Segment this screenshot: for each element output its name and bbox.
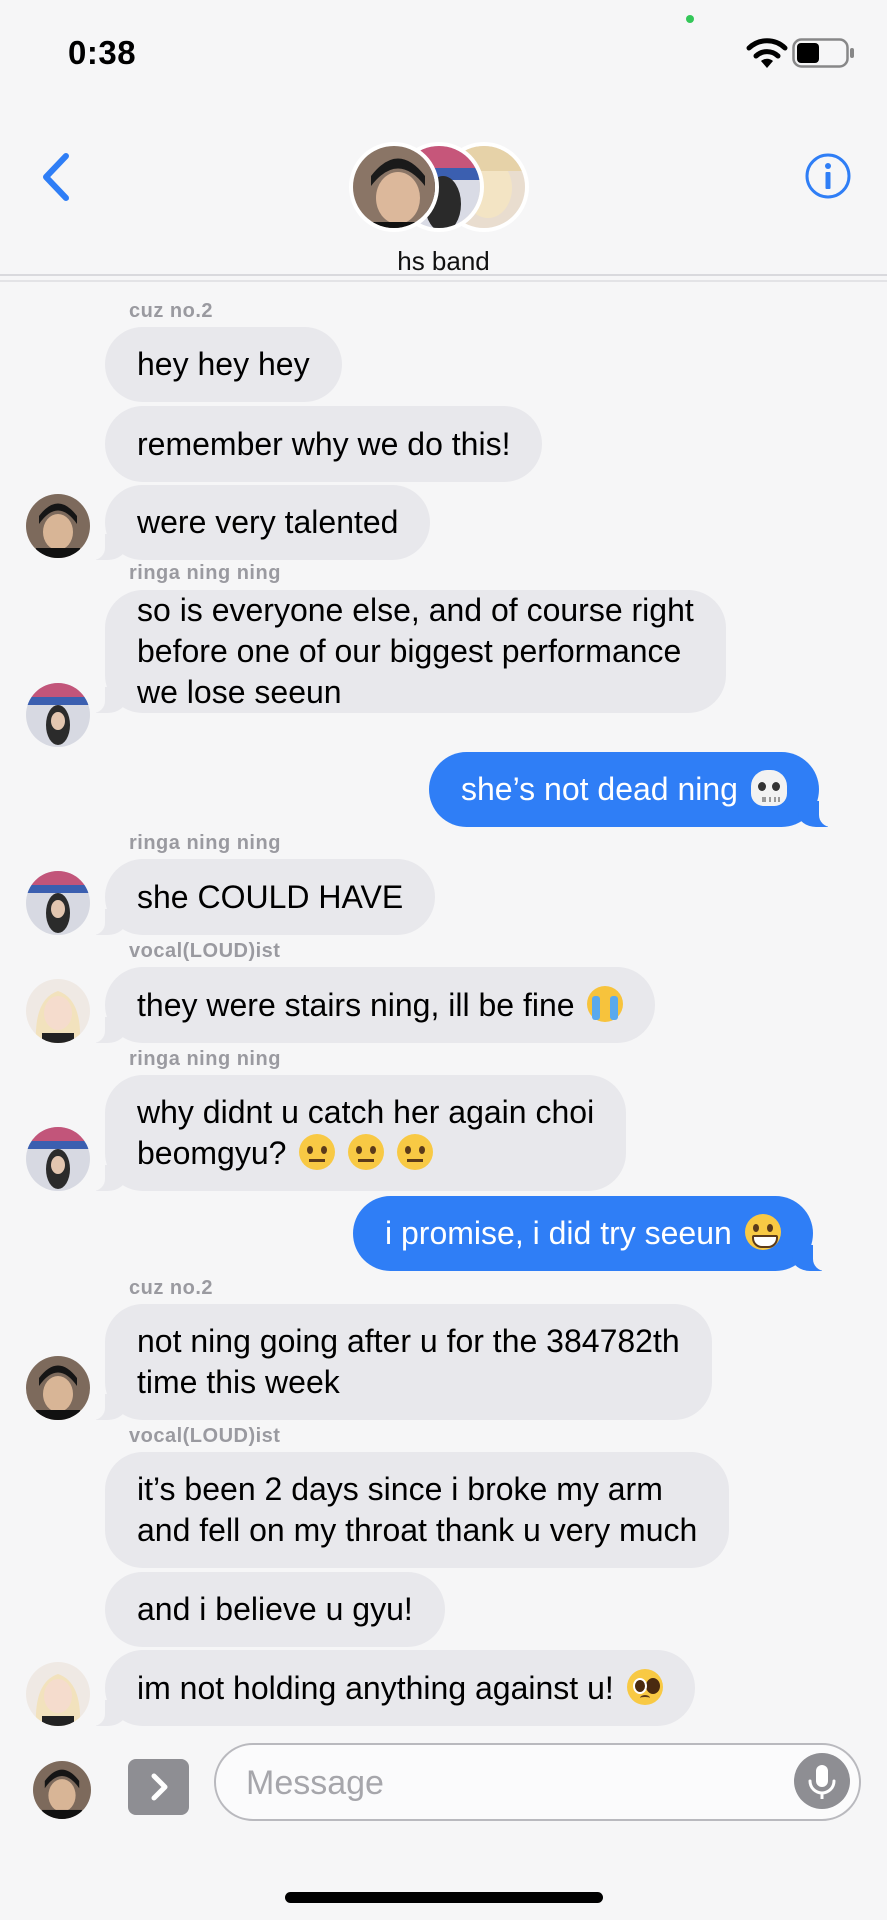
own-avatar[interactable]	[33, 1761, 91, 1819]
sender-name: vocal(LOUD)ist	[129, 1425, 281, 1447]
expand-apps-button[interactable]	[128, 1759, 189, 1815]
message-text: im not holding anything against u!	[137, 1668, 663, 1709]
sender-name: vocal(LOUD)ist	[129, 940, 281, 962]
incoming-message-bubble[interactable]: hey hey hey	[105, 327, 342, 402]
group-name: hs band	[397, 246, 490, 276]
message-text: they were stairs ning, ill be fine	[137, 985, 624, 1026]
message-text: and i believe u gyu!	[137, 1591, 413, 1627]
message-text: so is everyone else, and of course right…	[137, 592, 694, 710]
message-text: she COULD HAVE	[137, 878, 404, 915]
back-chevron-icon[interactable]	[36, 150, 76, 204]
incoming-message-bubble[interactable]: so is everyone else, and of course right…	[85, 590, 726, 713]
message-input[interactable]	[246, 1757, 766, 1809]
message-text: not ning going after u for the 384782th …	[137, 1323, 680, 1400]
message-field[interactable]	[214, 1743, 861, 1821]
incoming-message-bubble[interactable]: were very talented	[84, 485, 431, 560]
message-text: hey hey hey	[137, 346, 310, 382]
microphone-icon	[808, 1765, 836, 1799]
status-bar: 0:38	[0, 0, 887, 100]
divider	[0, 280, 887, 292]
loudly-crying-face-icon	[587, 985, 624, 1022]
home-indicator[interactable]	[285, 1892, 603, 1903]
incoming-message-bubble[interactable]: she COULD HAVE	[84, 859, 436, 935]
incoming-message-bubble[interactable]: not ning going after u for the 384782th …	[85, 1304, 712, 1420]
sender-avatar[interactable]	[26, 683, 90, 747]
battery-icon	[792, 38, 854, 68]
wifi-icon	[746, 38, 788, 68]
message-text: remember why we do this!	[137, 425, 511, 462]
group-avatar-stack[interactable]	[349, 142, 529, 232]
raised-eyebrow-face-icon	[348, 1134, 385, 1170]
incoming-message-bubble[interactable]: why didnt u catch her again choi beomgyu…	[84, 1075, 627, 1191]
chevron-right-icon	[151, 1773, 168, 1801]
compose-bar	[0, 1735, 887, 1920]
group-avatar-1	[349, 142, 439, 232]
outgoing-message-bubble[interactable]: i promise, i did try seeun	[353, 1196, 833, 1271]
info-icon[interactable]	[804, 152, 852, 200]
message-thread[interactable]: cuz no.2 hey hey hey remember why we do …	[0, 280, 887, 1735]
incoming-message-bubble[interactable]: im not holding anything against u!	[85, 1650, 695, 1726]
outgoing-message-bubble[interactable]: she’s not dead ning	[429, 752, 839, 827]
grinning-face-icon	[744, 1214, 781, 1250]
sender-avatar[interactable]	[26, 979, 90, 1043]
privacy-indicator-dot	[686, 15, 694, 23]
pleading-face-icon	[626, 1668, 663, 1705]
raised-eyebrow-face-icon	[299, 1134, 336, 1170]
incoming-message-bubble[interactable]: they were stairs ning, ill be fine	[84, 967, 656, 1043]
skull-icon	[750, 770, 787, 806]
sender-name: cuz no.2	[129, 1277, 214, 1299]
sender-name: ringa ning ning	[129, 832, 281, 854]
message-text: why didnt u catch her again choi beomgyu…	[137, 1094, 595, 1171]
message-text: were very talented	[137, 504, 399, 540]
sender-avatar[interactable]	[26, 871, 90, 935]
conversation-header: hs band	[0, 100, 887, 276]
sender-avatar[interactable]	[26, 1356, 90, 1420]
message-text: it’s been 2 days since i broke my arm an…	[137, 1471, 698, 1548]
sender-name: cuz no.2	[129, 300, 214, 322]
incoming-message-bubble[interactable]: it’s been 2 days since i broke my arm an…	[105, 1452, 730, 1568]
sender-avatar[interactable]	[26, 1662, 90, 1726]
sender-name: ringa ning ning	[129, 562, 281, 584]
raised-eyebrow-face-icon	[397, 1134, 434, 1170]
message-text: i promise, i did try seeun	[385, 1213, 781, 1254]
incoming-message-bubble[interactable]: remember why we do this!	[105, 406, 543, 482]
sender-avatar[interactable]	[26, 494, 90, 558]
dictation-button[interactable]	[794, 1753, 850, 1809]
status-time: 0:38	[68, 34, 137, 71]
sender-name: ringa ning ning	[129, 1048, 281, 1070]
incoming-message-bubble[interactable]: and i believe u gyu!	[105, 1572, 445, 1647]
sender-avatar[interactable]	[26, 1127, 90, 1191]
message-text: she’s not dead ning	[461, 769, 787, 810]
